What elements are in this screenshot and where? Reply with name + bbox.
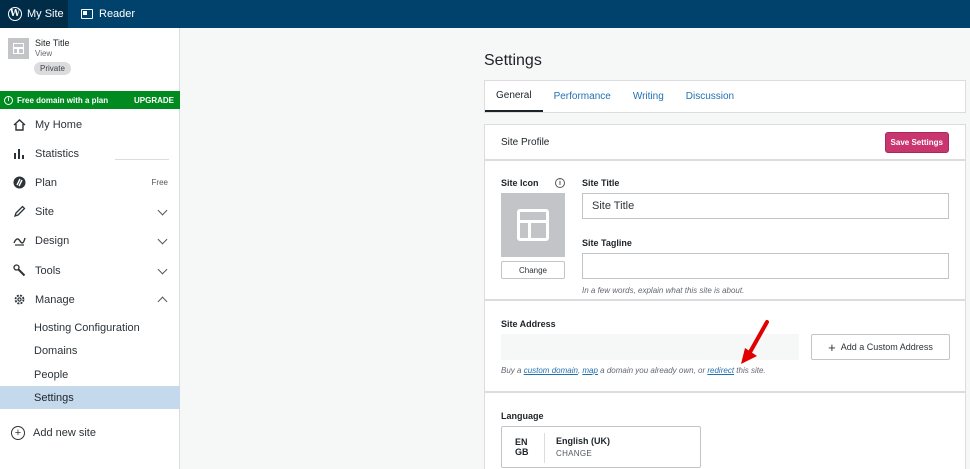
divider [115,159,169,160]
language-card: Language EN GB English (UK) CHANGE [484,392,966,469]
language-name: English (UK) [556,436,610,446]
sidebar-item-label: My Home [35,118,83,131]
change-icon-button[interactable]: Change [501,261,565,279]
gear-icon [11,292,27,308]
plus-circle-icon: + [11,426,25,440]
section-title: Site Profile [501,136,550,148]
plan-status: Free [151,178,168,187]
reader-icon [81,9,93,19]
sidebar-item-plan[interactable]: Plan Free [0,168,180,197]
site-address-hint: Buy a custom domain, map a domain you al… [501,366,766,375]
design-icon [11,233,27,249]
sidebar-item-tools[interactable]: Tools [0,256,180,285]
reader-label: Reader [99,8,136,20]
upgrade-link[interactable]: UPGRADE [134,96,174,105]
page-title: Settings [484,52,542,69]
my-site-label: My Site [27,8,64,20]
site-title: Site Title [35,38,70,48]
language-code-bottom: GB [515,447,529,457]
masterbar: W My Site Reader [0,0,970,28]
language-code: EN GB [515,437,531,457]
site-profile-header: Site Profile Save Settings [484,124,966,160]
site-icon-preview[interactable] [501,193,565,257]
stats-icon [11,146,27,162]
chevron-down-icon [157,264,168,275]
sidebar-subitem-settings[interactable]: Settings [0,386,180,409]
wrench-icon [11,263,27,279]
chevron-down-icon [157,205,168,216]
chevron-up-icon [157,296,168,307]
save-settings-button[interactable]: Save Settings [884,131,949,153]
plus-icon: + [828,339,836,355]
add-custom-address-button[interactable]: + Add a Custom Address [811,334,950,360]
site-address-label: Site Address [501,319,556,329]
divider [544,433,545,463]
reader-button[interactable]: Reader [68,0,135,28]
sidebar-item-label: Plan [35,176,58,189]
wordpress-logo-icon: W [8,7,22,21]
tab-general[interactable]: General [485,81,543,112]
add-new-site-label: Add new site [33,427,96,439]
site-title-input[interactable]: Site Title [582,193,949,219]
add-custom-address-label: Add a Custom Address [840,342,933,352]
hint-text: a domain you already own, or [597,366,708,375]
site-tagline-label: Site Tagline [582,238,632,248]
pencil-icon [11,204,27,220]
my-site-button[interactable]: W My Site [0,0,68,28]
map-link[interactable]: map [582,366,598,375]
tab-writing[interactable]: Writing [622,81,675,112]
sidebar: Site Title View Private i Free domain wi… [0,28,180,469]
custom-domain-link[interactable]: custom domain [524,366,578,375]
plan-icon [11,175,27,191]
tagline-hint: In a few words, explain what this site i… [582,286,745,295]
sidebar-item-label: Statistics [35,147,80,160]
tab-discussion[interactable]: Discussion [675,81,745,112]
sidebar-item-label: Manage [35,293,75,306]
language-picker[interactable]: EN GB English (UK) CHANGE [501,426,701,468]
sidebar-item-manage[interactable]: Manage [0,285,180,314]
sidebar-item-my-home[interactable]: My Home [0,110,180,139]
home-icon [11,117,27,133]
language-code-top: EN [515,437,528,447]
sidebar-subitem-domains[interactable]: Domains [0,339,180,362]
sidebar-item-design[interactable]: Design [0,226,180,255]
promo-text: Free domain with a plan [17,95,109,105]
site-card[interactable]: Site Title View Private [8,38,71,75]
sidebar-subitem-hosting-configuration[interactable]: Hosting Configuration [0,316,180,339]
chevron-down-icon [157,234,168,245]
site-profile-card: Site Icon i Change Site Title Site Title… [484,160,966,300]
annotation-arrow-icon [741,320,769,364]
site-view-link[interactable]: View [35,49,71,58]
info-icon[interactable]: i [555,178,565,188]
site-icon-label: Site Icon [501,178,539,188]
info-icon: i [4,95,13,105]
language-label: Language [501,411,544,421]
hint-text: Buy a [501,366,524,375]
tab-performance[interactable]: Performance [543,81,622,112]
site-layout-icon [517,209,549,241]
add-new-site-button[interactable]: + Add new site [11,426,96,440]
sidebar-item-label: Design [35,234,70,247]
sidebar-item-label: Tools [35,264,61,277]
sidebar-subitem-people[interactable]: People [0,363,180,386]
redirect-link[interactable]: redirect [707,366,734,375]
language-change-link[interactable]: CHANGE [556,449,592,458]
settings-tabs: General Performance Writing Discussion [484,80,966,113]
sidebar-item-statistics[interactable]: Statistics [0,139,180,168]
site-icon [8,38,29,59]
site-title-label: Site Title [582,178,620,188]
private-badge: Private [34,62,71,75]
free-domain-promo[interactable]: i Free domain with a plan UPGRADE [0,91,180,109]
sidebar-item-site[interactable]: Site [0,197,180,226]
sidebar-item-label: Site [35,205,54,218]
site-tagline-input[interactable] [582,253,949,279]
site-address-card: Site Address + Add a Custom Address Buy … [484,300,966,392]
